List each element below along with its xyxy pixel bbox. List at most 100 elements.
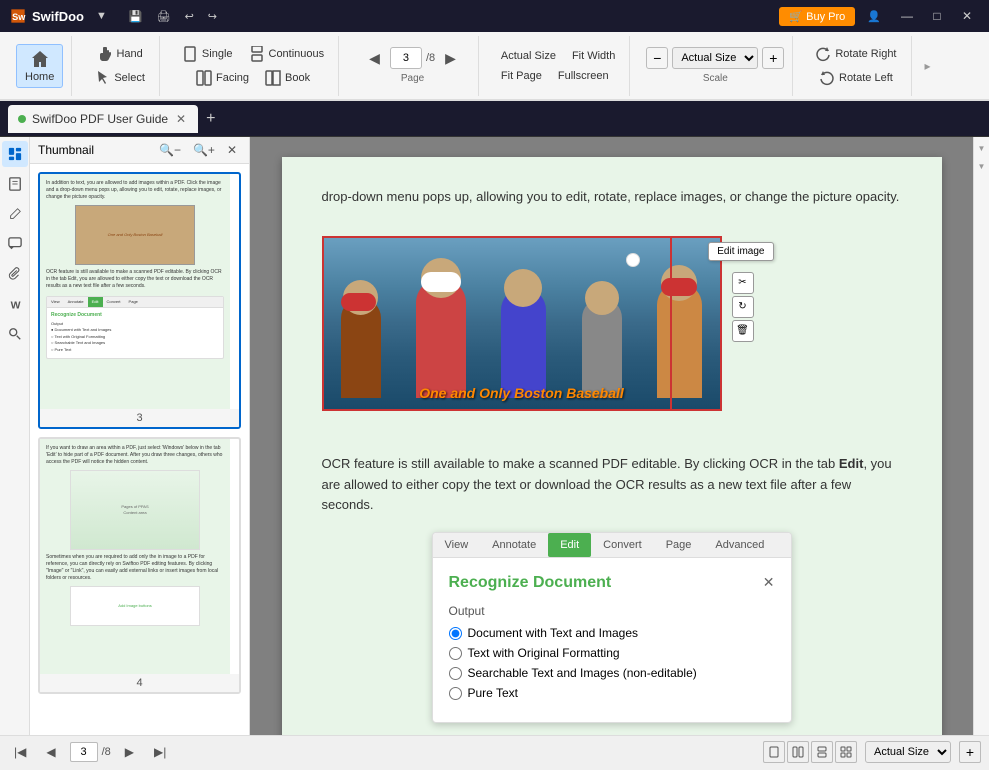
doc-tab[interactable]: SwifDoo PDF User Guide ✕ [8, 105, 198, 133]
status-prev-page-btn[interactable]: ◀ [40, 743, 61, 761]
status-view-continuous[interactable] [811, 741, 833, 763]
left-tool-edit[interactable] [2, 201, 28, 227]
ocr-nav-view[interactable]: View [433, 533, 481, 557]
thumb-page-4-label: 4 [40, 674, 239, 692]
print-btn[interactable]: 🖨 [151, 8, 177, 25]
right-panel-btn-1[interactable]: ▼ [975, 141, 989, 155]
left-tool-home[interactable] [2, 141, 28, 167]
baseball-image: One and Only Boston Baseball [322, 236, 722, 411]
page-number-input[interactable] [390, 47, 422, 69]
ocr-option-3[interactable]: Searchable Text and Images (non-editable… [449, 666, 775, 680]
ocr-option-2[interactable]: Text with Original Formatting [449, 646, 775, 660]
ocr-nav-edit[interactable]: Edit [548, 533, 591, 557]
thumbnail-page-4[interactable]: If you want to draw an area within a PDF… [38, 437, 241, 694]
continuous-view-btn[interactable]: Continuous [243, 43, 331, 65]
thumbnail-close-btn[interactable]: ✕ [223, 141, 241, 159]
pdf-page: drop-down menu pops up, allowing you to … [282, 157, 942, 735]
hand-tool-btn[interactable]: Hand [90, 43, 148, 65]
ocr-close-btn[interactable]: ✕ [763, 574, 775, 591]
rotate-tool-btn[interactable]: ↻ [732, 296, 754, 318]
view-options-group: Actual Size Fit Width Fit Page Fullscree… [487, 36, 630, 96]
status-zoom-in-btn[interactable]: + [959, 741, 981, 763]
left-tool-attachment[interactable] [2, 261, 28, 287]
close-btn[interactable]: ✕ [953, 6, 981, 26]
left-tool-search[interactable] [2, 321, 28, 347]
left-tool-pages[interactable] [2, 171, 28, 197]
title-bar-dropdown[interactable]: ▼ [90, 8, 113, 24]
fit-page-btn[interactable]: Fit Page [495, 67, 548, 85]
edit-image-badge[interactable]: Edit image [708, 242, 773, 261]
status-view-single[interactable] [763, 741, 785, 763]
ocr-option-1[interactable]: Document with Text and Images [449, 626, 775, 640]
prev-page-btn[interactable]: ◀ [363, 48, 386, 69]
ocr-radio-4[interactable] [449, 687, 462, 700]
status-page-input[interactable] [70, 742, 98, 762]
delete-tool-btn[interactable]: 🗑 [732, 320, 754, 342]
single-view-btn[interactable]: Single [176, 43, 239, 65]
ocr-option-4[interactable]: Pure Text [449, 686, 775, 700]
status-view-grid[interactable] [835, 741, 857, 763]
status-scale-select[interactable]: Actual Size 75% 100% 125% 150% [865, 741, 951, 763]
zoom-out-btn[interactable]: − [646, 47, 668, 69]
ocr-nav-advanced[interactable]: Advanced [703, 533, 776, 557]
save-btn[interactable]: 💾 [123, 8, 149, 25]
ocr-dialog: View Annotate Edit Convert Page Advanced… [432, 532, 792, 723]
rotate-right-btn[interactable]: Rotate Right [809, 43, 902, 65]
status-bar: |◀ ◀ /8 ▶ ▶| Actual Size 75% 100% 125% 1… [0, 735, 989, 767]
next-page-btn[interactable]: ▶ [439, 48, 462, 69]
ocr-nav-annotate[interactable]: Annotate [480, 533, 548, 557]
ocr-radio-2[interactable] [449, 647, 462, 660]
maximize-btn[interactable]: □ [923, 6, 951, 26]
fullscreen-btn[interactable]: Fullscreen [552, 67, 615, 85]
ocr-nav-convert[interactable]: Convert [591, 533, 654, 557]
book-view-btn[interactable]: Book [259, 67, 316, 89]
undo-btn[interactable]: ↩ [179, 8, 200, 25]
thumbnail-zoom-out-btn[interactable]: 🔍− [155, 141, 185, 159]
buy-pro-button[interactable]: 🛒 Buy Pro [779, 7, 855, 26]
thumbnail-list: In addition to text, you are allowed to … [30, 164, 249, 735]
ocr-output-label: Output [449, 604, 775, 618]
zoom-in-btn[interactable]: + [762, 47, 784, 69]
account-btn[interactable]: 👤 [861, 8, 887, 25]
new-tab-btn[interactable]: + [200, 108, 221, 130]
ocr-nav-page[interactable]: Page [654, 533, 704, 557]
rotate-left-btn[interactable]: Rotate Left [813, 67, 899, 89]
facing-view-btn[interactable]: Facing [190, 67, 255, 89]
thumbnail-zoom-in-btn[interactable]: 🔍+ [189, 141, 219, 159]
pdf-content-area[interactable]: drop-down menu pops up, allowing you to … [250, 137, 973, 735]
svg-text:Sw: Sw [12, 12, 26, 22]
home-btn[interactable]: Home [16, 44, 63, 88]
ribbon-content: Home Hand Select Sin [0, 32, 989, 100]
scale-group: − Actual Size 50% 75% 100% 125% 150% + S… [638, 36, 793, 96]
title-bar-actions: 💾 🖨 ↩ ↪ [123, 8, 223, 25]
ribbon-expand-btn[interactable]: ▸ [920, 59, 936, 73]
thumbnail-panel: Thumbnail 🔍− 🔍+ ✕ In addition to text, y… [30, 137, 250, 735]
left-tool-text[interactable]: W [2, 291, 28, 317]
ocr-radio-1[interactable] [449, 627, 462, 640]
status-next-page-btn[interactable]: ▶ [119, 743, 140, 761]
pdf-image-section: One and Only Boston Baseball Edit image … [322, 236, 722, 411]
ribbon: Home Hand Select Sin [0, 32, 989, 101]
thumbnail-page-3[interactable]: In addition to text, you are allowed to … [38, 172, 241, 429]
actual-size-btn[interactable]: Actual Size [495, 47, 562, 65]
right-panel-btn-2[interactable]: ▼ [975, 159, 989, 173]
status-page: /8 [70, 742, 111, 762]
pdf-ocr-text: OCR feature is still available to make a… [322, 454, 902, 516]
status-first-page-btn[interactable]: |◀ [8, 743, 32, 761]
status-last-page-btn[interactable]: ▶| [148, 743, 172, 761]
scale-select[interactable]: Actual Size 50% 75% 100% 125% 150% [672, 47, 758, 69]
crop-tool-btn[interactable]: ✂ [732, 272, 754, 294]
ocr-radio-3[interactable] [449, 667, 462, 680]
right-panel: ▼ ▼ [973, 137, 989, 735]
redo-btn[interactable]: ↪ [202, 8, 223, 25]
select-tool-btn[interactable]: Select [88, 67, 151, 89]
ocr-dialog-nav: View Annotate Edit Convert Page Advanced [433, 533, 791, 558]
left-tool-comment[interactable] [2, 231, 28, 257]
app-body: W Thumbnail 🔍− 🔍+ ✕ In addition to text,… [0, 137, 989, 735]
tab-close-btn[interactable]: ✕ [174, 112, 188, 126]
fit-width-btn[interactable]: Fit Width [566, 47, 621, 65]
status-view-double[interactable] [787, 741, 809, 763]
thumbnail-header: Thumbnail 🔍− 🔍+ ✕ [30, 137, 249, 164]
minimize-btn[interactable]: — [893, 6, 921, 26]
ocr-title: Recognize Document [449, 574, 612, 592]
